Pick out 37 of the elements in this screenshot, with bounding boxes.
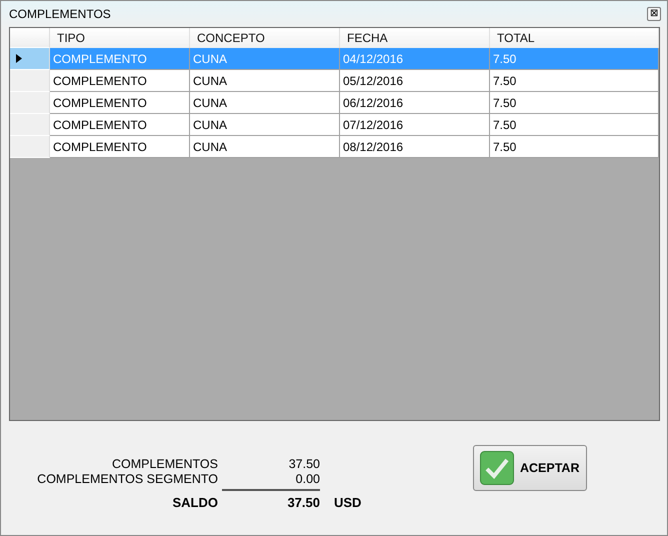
- table-cell: COMPLEMENTO: [50, 92, 190, 114]
- table-cell: 07/12/2016: [340, 114, 490, 136]
- table-cell: 7.50: [490, 136, 659, 158]
- row-pointer-icon: [16, 54, 22, 63]
- grid-corner-header[interactable]: [10, 28, 50, 48]
- checkmark-icon: [480, 451, 514, 485]
- window-title: COMPLEMENTOS: [9, 7, 111, 21]
- table-cell: CUNA: [190, 48, 340, 70]
- table-cell: 7.50: [490, 48, 659, 70]
- total-label: SALDO: [172, 495, 218, 510]
- table-row[interactable]: COMPLEMENTO CUNA 07/12/2016 7.50: [10, 114, 659, 136]
- summary-value: 0.00: [294, 472, 320, 486]
- table-cell: CUNA: [190, 136, 340, 158]
- table-cell: 08/12/2016: [340, 136, 490, 158]
- table-cell: 7.50: [490, 92, 659, 114]
- table-cell: 7.50: [490, 70, 659, 92]
- table-cell: COMPLEMENTO: [50, 70, 190, 92]
- table-cell: CUNA: [190, 70, 340, 92]
- total-value: 37.50: [286, 495, 320, 510]
- summary-label: COMPLEMENTOS: [110, 457, 218, 471]
- table-row[interactable]: COMPLEMENTO CUNA 08/12/2016 7.50: [10, 136, 659, 158]
- close-button[interactable]: ⊠: [647, 7, 661, 21]
- table-cell: COMPLEMENTO: [50, 48, 190, 70]
- accept-button[interactable]: ACEPTAR: [473, 445, 587, 491]
- table-cell: 06/12/2016: [340, 92, 490, 114]
- table-cell: COMPLEMENTO: [50, 136, 190, 158]
- table-cell: COMPLEMENTO: [50, 114, 190, 136]
- currency-label: USD: [333, 495, 362, 510]
- table-cell: 05/12/2016: [340, 70, 490, 92]
- summary-label: COMPLEMENTOS SEGMENTO: [36, 472, 218, 486]
- table-row[interactable]: COMPLEMENTO CUNA 05/12/2016 7.50: [10, 70, 659, 92]
- table-cell: CUNA: [190, 114, 340, 136]
- table-row[interactable]: COMPLEMENTO CUNA 06/12/2016 7.50: [10, 92, 659, 114]
- table-cell: CUNA: [190, 92, 340, 114]
- table-cell: 04/12/2016: [340, 48, 490, 70]
- summary-value: 37.50: [288, 457, 320, 471]
- table-cell: 7.50: [490, 114, 659, 136]
